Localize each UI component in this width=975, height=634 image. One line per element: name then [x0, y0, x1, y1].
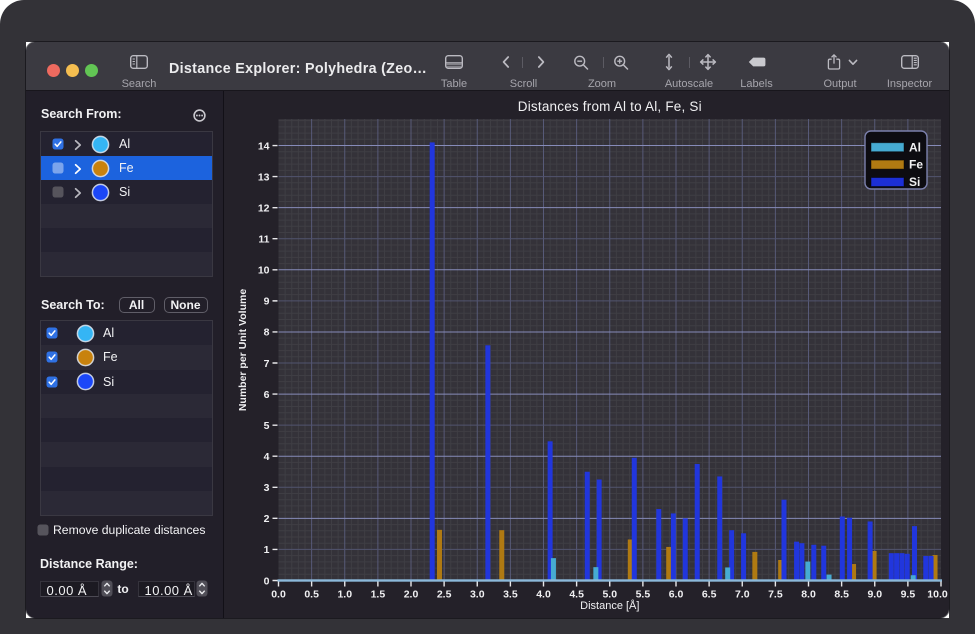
svg-text:5: 5 — [264, 420, 270, 432]
svg-text:9.5: 9.5 — [901, 589, 916, 601]
svg-text:4.0: 4.0 — [536, 589, 551, 601]
svg-text:2: 2 — [264, 513, 270, 525]
svg-text:8: 8 — [264, 327, 270, 339]
svg-text:1.5: 1.5 — [371, 589, 386, 601]
svg-text:Number per Unit Volume: Number per Unit Volume — [237, 289, 249, 411]
svg-text:3.0: 3.0 — [470, 589, 485, 601]
svg-text:3.5: 3.5 — [503, 589, 518, 601]
svg-text:Fe: Fe — [909, 158, 923, 172]
svg-text:7: 7 — [264, 358, 270, 370]
svg-text:4.5: 4.5 — [569, 589, 584, 601]
svg-text:11: 11 — [258, 234, 269, 246]
svg-text:14: 14 — [258, 140, 270, 152]
svg-text:9: 9 — [264, 296, 270, 308]
svg-text:7.5: 7.5 — [768, 589, 783, 601]
svg-text:6.5: 6.5 — [702, 589, 717, 601]
svg-text:4: 4 — [264, 451, 270, 463]
svg-text:10.0: 10.0 — [927, 589, 948, 601]
svg-text:10: 10 — [258, 265, 270, 277]
svg-text:6: 6 — [264, 389, 270, 401]
svg-text:13: 13 — [258, 171, 270, 183]
svg-text:Distance [Å]: Distance [Å] — [580, 599, 639, 612]
svg-text:8.0: 8.0 — [801, 589, 816, 601]
svg-text:Si: Si — [909, 175, 920, 189]
svg-text:9.0: 9.0 — [867, 589, 882, 601]
svg-text:5.5: 5.5 — [636, 589, 651, 601]
svg-text:2.5: 2.5 — [437, 589, 452, 601]
svg-text:0.0: 0.0 — [271, 589, 286, 601]
svg-text:2.0: 2.0 — [404, 589, 419, 601]
svg-text:3: 3 — [264, 482, 270, 494]
svg-text:1: 1 — [264, 544, 270, 556]
svg-text:1.0: 1.0 — [337, 589, 352, 601]
svg-text:6.0: 6.0 — [669, 589, 684, 601]
svg-text:Al: Al — [909, 140, 921, 154]
svg-text:0.5: 0.5 — [304, 589, 319, 601]
svg-text:Distances from Al to Al, Fe, S: Distances from Al to Al, Fe, Si — [518, 99, 702, 114]
svg-text:7.0: 7.0 — [735, 589, 750, 601]
svg-text:12: 12 — [258, 202, 270, 214]
svg-text:8.5: 8.5 — [834, 589, 849, 601]
svg-text:0: 0 — [264, 575, 270, 587]
svg-text:5.0: 5.0 — [602, 589, 617, 601]
